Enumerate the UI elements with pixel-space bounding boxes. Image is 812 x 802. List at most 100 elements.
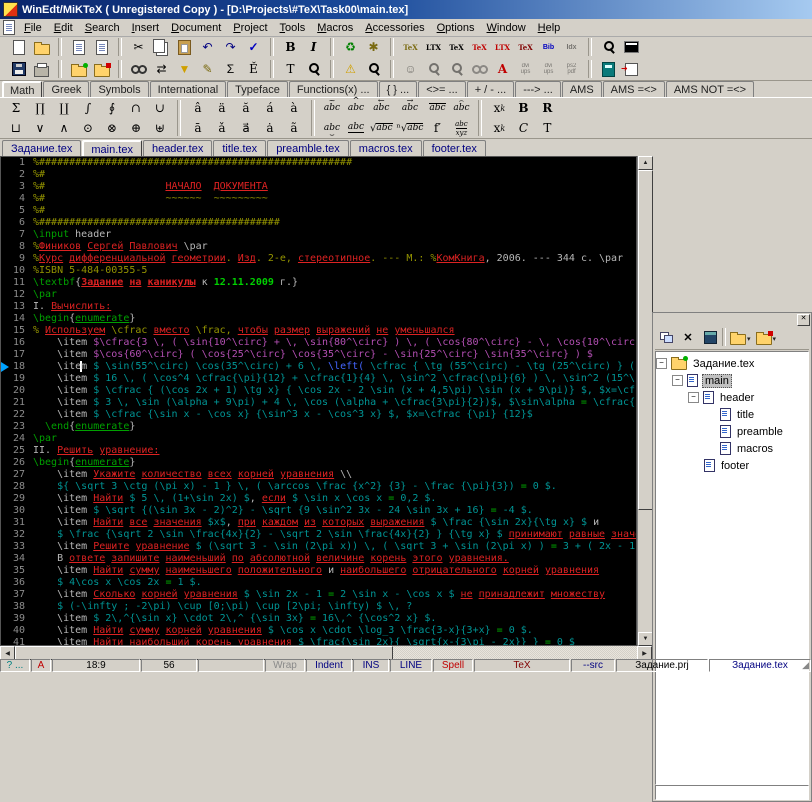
palette-tab-symbols[interactable]: Symbols <box>90 81 149 97</box>
delete-node-icon[interactable]: ✕ <box>677 327 699 347</box>
tex-icon[interactable]: TeX <box>445 37 468 57</box>
doc-tab-Задание.tex[interactable]: Задание.tex <box>2 140 82 156</box>
find-icon[interactable] <box>127 59 150 79</box>
palette-symbol[interactable]: ȧ <box>258 118 282 138</box>
status-cell-A[interactable]: A <box>31 659 51 672</box>
tree-node-footer[interactable]: footer <box>656 457 808 474</box>
palette-symbol[interactable]: abc ⌢ <box>449 97 473 118</box>
redo-icon[interactable]: ↷ <box>219 37 242 57</box>
insert-graphic-icon[interactable]: ✎ <box>196 59 219 79</box>
zoom-preview-icon[interactable] <box>302 59 325 79</box>
calculator-icon[interactable] <box>597 59 620 79</box>
status-cell-Wrap[interactable]: Wrap <box>265 659 305 672</box>
palette-symbol[interactable]: ā <box>186 118 210 138</box>
palette-symbol[interactable]: ∧ <box>52 118 76 138</box>
acrobat-icon[interactable]: A <box>491 59 514 79</box>
document-menu-icon[interactable] <box>0 18 18 38</box>
status-cell-56[interactable]: 56 <box>141 659 197 672</box>
status-cell-empty[interactable] <box>198 659 264 672</box>
palette-symbol[interactable]: abc → <box>395 97 426 118</box>
menu-file[interactable]: File <box>18 21 48 35</box>
palette-symbol[interactable]: ⊗ <box>100 118 124 138</box>
status-cell-INS[interactable]: INS <box>353 659 389 672</box>
palette-tab-[interactable]: ---> ... <box>515 81 561 97</box>
tree-expander-icon[interactable]: − <box>672 375 683 386</box>
menu-tools[interactable]: Tools <box>274 21 312 35</box>
tree-expander-icon[interactable]: − <box>656 358 667 369</box>
palette-symbol[interactable]: ∨ <box>28 118 52 138</box>
warning-icon[interactable]: ⚠ <box>339 59 362 79</box>
status-cell--...[interactable]: ? ... <box>0 659 30 672</box>
doc-tab-footer.tex[interactable]: footer.tex <box>422 140 486 156</box>
menu-project[interactable]: Project <box>227 21 273 35</box>
spellcheck-icon[interactable]: ✓ <box>242 37 265 57</box>
palette-symbol[interactable]: abc <box>425 98 449 118</box>
tree-node-header[interactable]: − header <box>656 389 808 406</box>
palette-symbol[interactable]: T <box>535 118 559 138</box>
doc-tab-header.tex[interactable]: header.tex <box>142 140 213 156</box>
document-settings-icon[interactable] <box>67 37 90 57</box>
palette-symbol[interactable]: abc <box>344 118 368 138</box>
copy-icon[interactable] <box>150 37 173 57</box>
palette-symbol[interactable]: ä <box>210 98 234 118</box>
palette-tab-ams[interactable]: AMS =<> <box>602 81 665 97</box>
new-document-icon[interactable] <box>7 37 30 57</box>
palette-symbol[interactable]: ∪ <box>148 98 172 118</box>
palette-symbol[interactable]: R <box>535 98 559 118</box>
palette-symbol[interactable]: ⊕ <box>124 118 148 138</box>
cut-icon[interactable]: ✂ <box>127 37 150 57</box>
palette-symbol[interactable]: ∮ <box>100 98 124 118</box>
open-project-folder-icon[interactable] <box>753 327 775 347</box>
editor-vertical-scrollbar[interactable]: ▲ ▼ <box>637 156 653 646</box>
italic-icon[interactable]: I <box>302 37 325 57</box>
replace-icon[interactable]: ⇄ <box>150 59 173 79</box>
horizontal-scroll-thumb[interactable] <box>15 646 393 660</box>
editor-horizontal-scrollbar[interactable]: ◀ ▶ <box>0 646 652 660</box>
menu-document[interactable]: Document <box>165 21 227 35</box>
text-mode-icon[interactable]: T <box>279 59 302 79</box>
doc-tab-title.tex[interactable]: title.tex <box>213 140 267 156</box>
palette-symbol[interactable]: ⊎ <box>148 118 172 138</box>
palette-tab-math[interactable]: Math <box>2 81 43 98</box>
tree-expander-icon[interactable]: − <box>688 392 699 403</box>
tree-node-main[interactable]: − main <box>656 372 808 389</box>
doc-tab-macros.tex[interactable]: macros.tex <box>349 140 422 156</box>
status-cell-Spell[interactable]: Spell <box>433 659 473 672</box>
tree-node-preamble[interactable]: preamble <box>656 423 808 440</box>
status-cell-LINE[interactable]: LINE <box>390 659 432 672</box>
bibtex-icon[interactable]: Bib <box>537 37 560 57</box>
palette-tab-amsnot[interactable]: AMS NOT =<> <box>665 81 755 97</box>
palette-tab-ams[interactable]: AMS <box>561 81 602 97</box>
bold-icon[interactable]: B <box>279 37 302 57</box>
editor[interactable]: 1 %######################################… <box>0 156 637 646</box>
palette-symbol[interactable]: ⊙ <box>76 118 100 138</box>
vertical-scroll-thumb[interactable] <box>638 170 653 510</box>
pdf-latex-icon[interactable]: LTX <box>491 37 514 57</box>
accent-icon[interactable]: Ě <box>242 59 265 79</box>
tree-node-macros[interactable]: macros <box>656 440 808 457</box>
palette-symbol[interactable]: ă <box>234 98 258 118</box>
palette-tab-greek[interactable]: Greek <box>43 81 90 97</box>
fullscreen-icon[interactable] <box>620 37 643 57</box>
palette-tab-functionsx[interactable]: Functions(x) ... <box>288 81 378 97</box>
erase-output-icon[interactable]: ♻ <box>339 37 362 57</box>
palette-tab-[interactable]: + / - ... <box>466 81 515 97</box>
palette-tab-international[interactable]: International <box>149 81 227 97</box>
palette-tab-[interactable]: { } ... <box>378 81 418 97</box>
palette-symbol[interactable]: C <box>511 118 535 138</box>
title-bar[interactable]: WinEdt/MiKTeX ( Unregistered Copy ) - [D… <box>0 0 812 19</box>
palette-symbol[interactable]: abc ^ <box>344 97 368 118</box>
open-list-icon[interactable] <box>67 59 90 79</box>
palette-symbol[interactable]: ∩ <box>124 98 148 118</box>
search-project-icon[interactable] <box>597 37 620 57</box>
palette-symbol[interactable]: xk <box>487 98 511 118</box>
tree-windows-icon[interactable] <box>655 327 677 347</box>
palette-symbol[interactable]: ∐ <box>52 98 76 118</box>
doc-tab-main.tex[interactable]: main.tex <box>82 140 142 157</box>
menu-accessories[interactable]: Accessories <box>359 21 430 35</box>
status-cell-Задание.tex[interactable]: Задание.tex ◢ <box>709 659 811 672</box>
latex-icon[interactable]: LTX <box>422 37 445 57</box>
status-cell---src[interactable]: --src <box>571 659 615 672</box>
palette-symbol[interactable]: ∏ <box>28 98 52 118</box>
build-tree-icon[interactable] <box>699 327 721 347</box>
